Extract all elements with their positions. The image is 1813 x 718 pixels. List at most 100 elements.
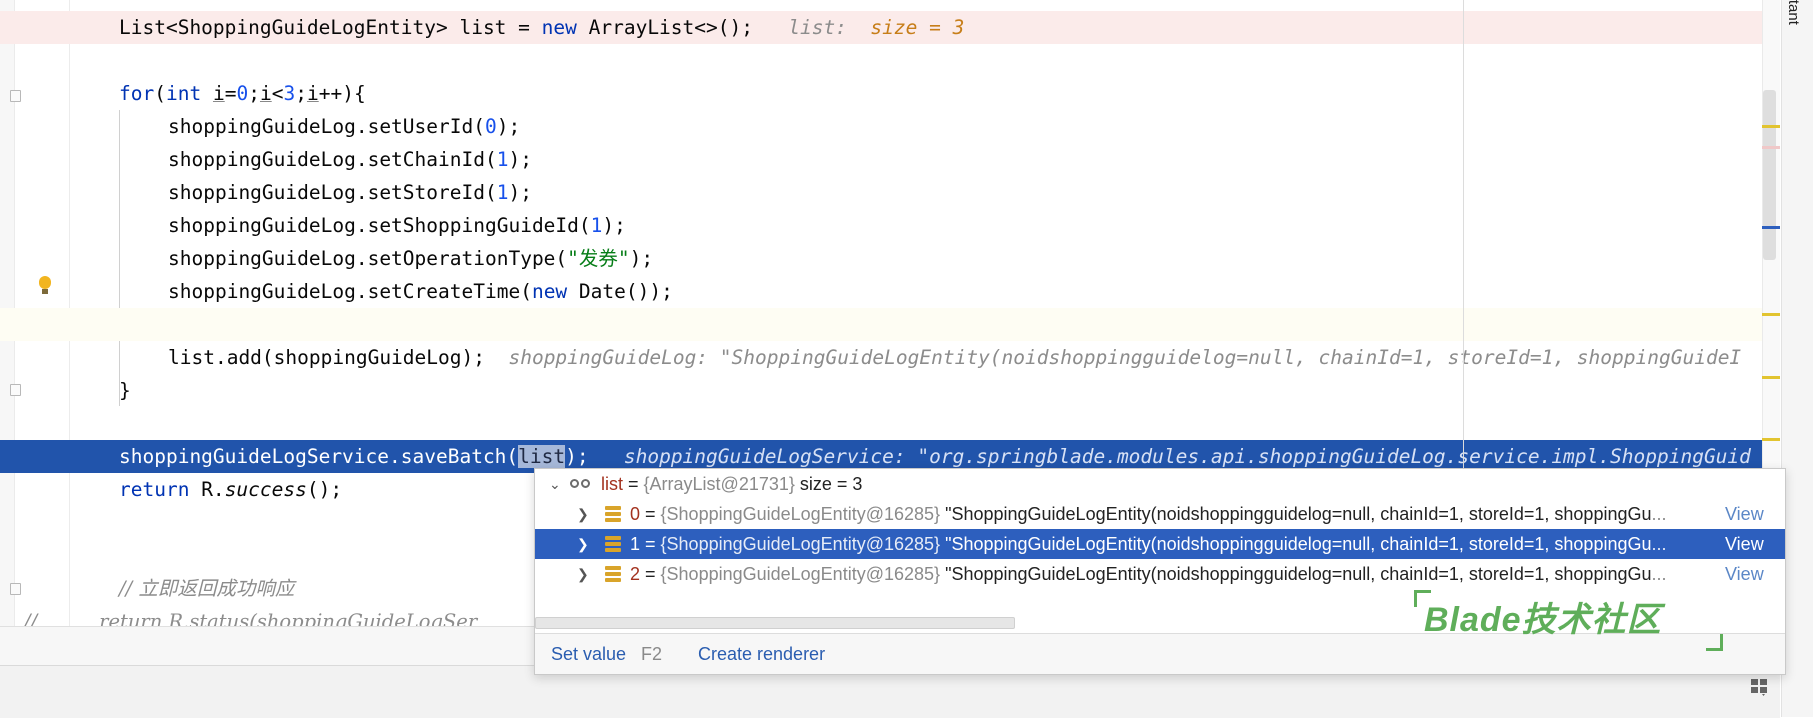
shortcut-label: F2 xyxy=(641,644,663,664)
loop-variable: i xyxy=(259,82,272,105)
code-line-8[interactable]: shoppingGuideLog.setOperationType("发券"); xyxy=(0,242,1780,275)
error-stripe-mark[interactable] xyxy=(1762,438,1780,441)
code-line-7[interactable]: shoppingGuideLog.setShoppingGuideId(1); xyxy=(0,209,1780,242)
equals-sign: = xyxy=(640,504,661,524)
tree-item-row[interactable]: ❯ 0 = {ShoppingGuideLogEntity@16285} "Sh… xyxy=(535,499,1785,529)
expand-arrow-icon[interactable]: ❯ xyxy=(577,499,589,529)
keyword: return xyxy=(119,478,190,501)
keyword: int xyxy=(165,82,202,105)
code-line-12[interactable]: } xyxy=(0,374,1780,407)
code-text: List<ShoppingGuideLogEntity> list = xyxy=(119,16,542,39)
view-link[interactable]: View xyxy=(1725,499,1764,529)
inline-debug-value: size = 3 xyxy=(870,16,965,39)
field-icon xyxy=(605,566,621,582)
code-text: ; xyxy=(248,82,260,105)
code-text: list.add(shoppingGuideLog); xyxy=(168,346,485,369)
equals-sign: = xyxy=(623,474,644,494)
code-text: ); xyxy=(508,148,532,171)
code-line-11[interactable]: list.add(shoppingGuideLog); shoppingGuid… xyxy=(0,341,1780,374)
keyword: new xyxy=(541,16,577,39)
watermark-corner xyxy=(1706,634,1723,651)
code-line-6[interactable]: shoppingGuideLog.setStoreId(1); xyxy=(0,176,1780,209)
code-text: shoppingGuideLog.setCreateTime( xyxy=(168,280,532,303)
object-reference: {ShoppingGuideLogEntity@16285} xyxy=(660,534,941,554)
create-renderer-button[interactable]: Create renderer xyxy=(698,634,825,674)
code-text: Date()); xyxy=(567,280,673,303)
field-icon xyxy=(605,506,621,522)
equals-sign: = xyxy=(640,534,661,554)
item-value: "ShoppingGuideLogEntity(noidshoppingguid… xyxy=(945,564,1652,584)
debug-value-popup[interactable]: ⌄ list = {ArrayList@21731} size = 3 ❯ 0 … xyxy=(534,468,1786,675)
code-line-1[interactable]: List<ShoppingGuideLogEntity> list = new … xyxy=(0,11,1780,44)
number-literal: 1 xyxy=(496,148,509,171)
item-value: "ShoppingGuideLogEntity(noidshoppingguid… xyxy=(945,504,1652,524)
string-literal: "发券" xyxy=(567,247,630,270)
code-text: shoppingGuideLog.setUserId( xyxy=(168,115,485,138)
field-icon xyxy=(605,536,621,552)
tree-item-row[interactable]: ❯ 2 = {ShoppingGuideLogEntity@16285} "Sh… xyxy=(535,559,1785,589)
item-index: 1 xyxy=(630,534,641,554)
code-text: shoppingGuideLog.setChainId( xyxy=(168,148,497,171)
error-stripe-mark[interactable] xyxy=(1762,226,1780,229)
equals-sign: = xyxy=(640,564,661,584)
error-stripe-mark[interactable] xyxy=(1762,376,1780,379)
inline-debug-name: list: xyxy=(788,16,847,39)
layout-icon[interactable] xyxy=(1750,678,1768,696)
tree-item-row-selected[interactable]: ❯ 1 = {ShoppingGuideLogEntity@16285} "Sh… xyxy=(535,529,1785,559)
inline-debug-value: shoppingGuideLogService: "org.springblad… xyxy=(623,445,1751,468)
comment: // 立即返回成功响应 xyxy=(119,577,295,600)
collapse-arrow-icon[interactable]: ⌄ xyxy=(549,469,561,499)
object-reference: {ShoppingGuideLogEntity@16285} xyxy=(660,564,941,584)
selected-expression[interactable]: list xyxy=(518,445,566,468)
loop-variable: i xyxy=(212,82,225,105)
code-text: ; xyxy=(295,82,307,105)
item-index: 0 xyxy=(630,504,641,524)
set-value-button[interactable]: Set value xyxy=(551,634,626,674)
code-text: ); xyxy=(565,445,589,468)
code-text: shoppingGuideLog.setShoppingGuideId( xyxy=(168,214,591,237)
item-index: 2 xyxy=(630,564,641,584)
object-reference: {ArrayList@21731} xyxy=(643,474,795,494)
error-stripe-mark[interactable] xyxy=(1762,146,1780,149)
expand-arrow-icon[interactable]: ❯ xyxy=(577,529,589,559)
scrollbar-thumb[interactable] xyxy=(1763,90,1776,260)
error-stripe-mark[interactable] xyxy=(1762,313,1780,316)
code-line-10[interactable] xyxy=(0,308,1780,341)
code-text: ); xyxy=(496,115,521,138)
comment: // return R.status(shoppingGuideLogSer xyxy=(24,610,478,626)
code-text: R. xyxy=(189,478,225,501)
expand-arrow-icon[interactable]: ❯ xyxy=(577,559,589,589)
view-link[interactable]: View xyxy=(1725,559,1764,589)
code-text: shoppingGuideLog.setOperationType( xyxy=(168,247,568,270)
watch-glasses-icon xyxy=(570,479,594,491)
code-text: ); xyxy=(629,247,654,270)
code-text: ++){ xyxy=(318,82,366,105)
ellipsis: ... xyxy=(1651,504,1667,524)
number-literal: 3 xyxy=(283,82,296,105)
number-literal: 0 xyxy=(484,115,497,138)
watermark: Blade技术社区 xyxy=(1424,601,1662,639)
inline-debug-value: shoppingGuideLog: "ShoppingGuideLogEntit… xyxy=(508,346,1742,369)
code-line-3[interactable]: for(int i=0;i<3;i++){ xyxy=(0,77,1780,110)
tree-root-row[interactable]: ⌄ list = {ArrayList@21731} size = 3 xyxy=(535,469,1785,499)
code-line-9[interactable]: shoppingGuideLog.setCreateTime(new Date(… xyxy=(0,275,1780,308)
code-text: shoppingGuideLogService.saveBatch( xyxy=(119,445,519,468)
view-link[interactable]: View xyxy=(1725,529,1764,559)
number-literal: 1 xyxy=(496,181,509,204)
code-text: ); xyxy=(508,181,532,204)
code-line-4[interactable]: shoppingGuideLog.setUserId(0); xyxy=(0,110,1780,143)
code-text: = xyxy=(224,82,237,105)
error-stripe-mark[interactable] xyxy=(1762,125,1780,128)
side-panel-label[interactable]: Assistant xyxy=(1785,0,1802,25)
code-text: ); xyxy=(602,214,626,237)
keyword: new xyxy=(531,280,568,303)
code-text: } xyxy=(119,379,131,402)
popup-horizontal-scrollbar[interactable] xyxy=(535,617,1015,629)
code-line-5[interactable]: shoppingGuideLog.setChainId(1); xyxy=(0,143,1780,176)
variable-name: list xyxy=(601,474,623,494)
item-value: "ShoppingGuideLogEntity(noidshoppingguid… xyxy=(945,534,1652,554)
keyword: for xyxy=(119,82,155,105)
code-text: < xyxy=(271,82,284,105)
ellipsis: ... xyxy=(1651,534,1667,554)
